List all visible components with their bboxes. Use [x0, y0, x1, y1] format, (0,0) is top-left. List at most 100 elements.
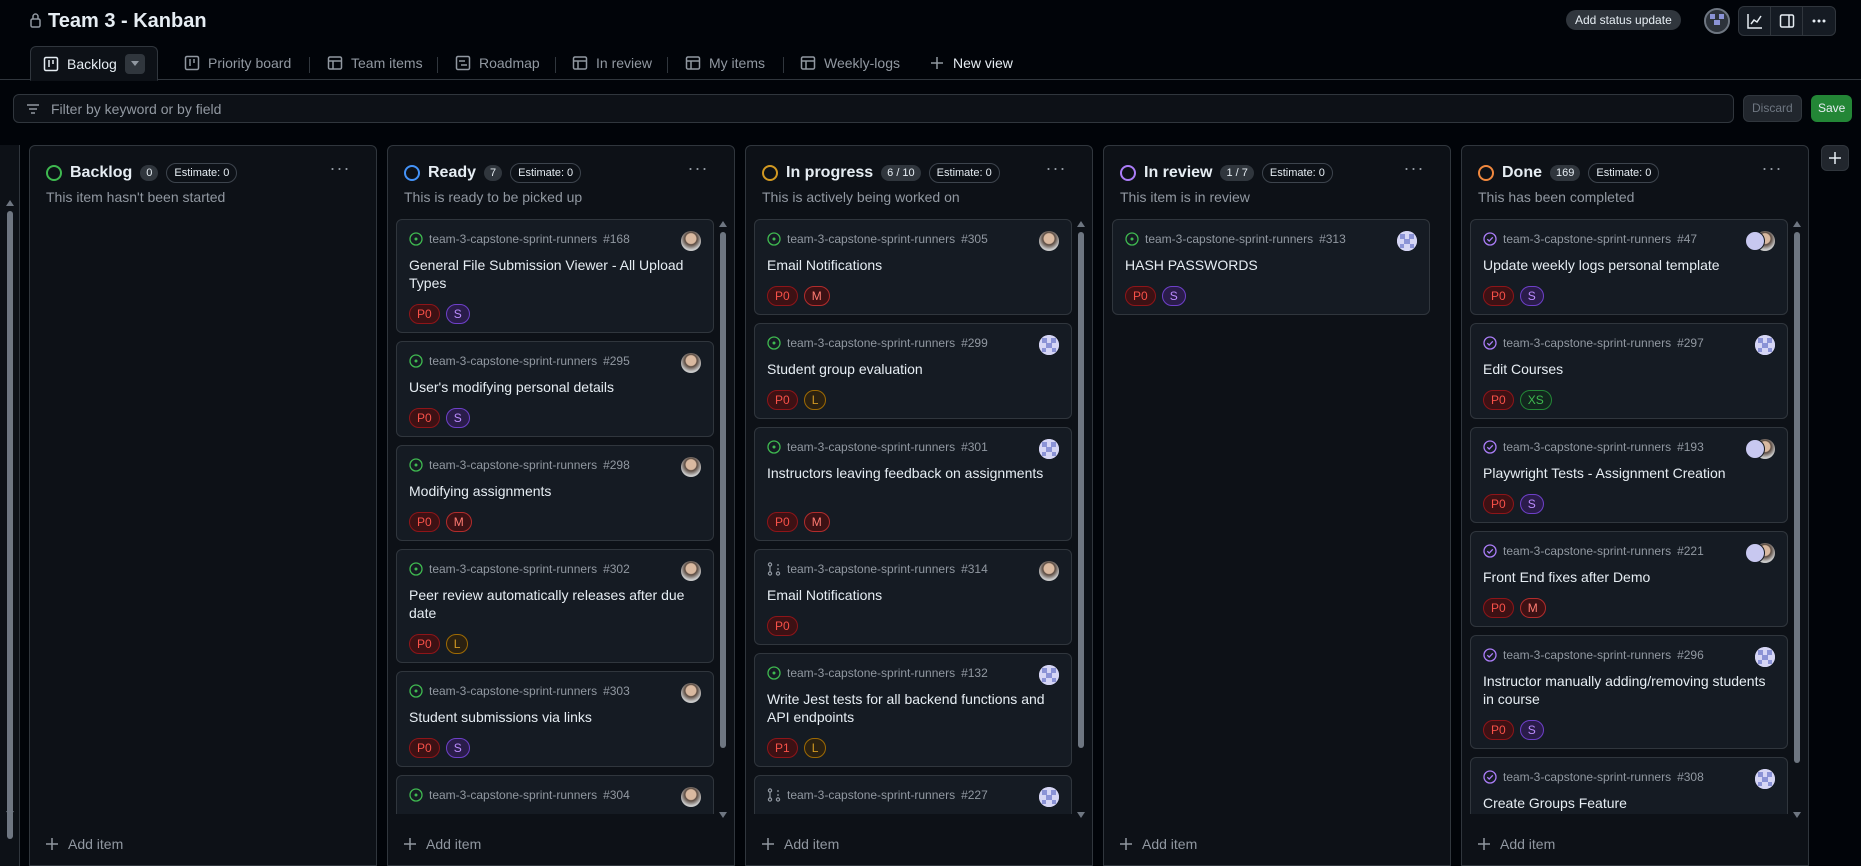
card-title[interactable]: Peer review automatically releases after…: [409, 586, 697, 622]
issue-number[interactable]: #314: [961, 562, 988, 576]
label-p0[interactable]: P0: [1483, 494, 1514, 514]
card-title[interactable]: HASH PASSWORDS: [1125, 256, 1413, 274]
label-l[interactable]: L: [445, 634, 469, 654]
avatar[interactable]: [681, 561, 701, 581]
tab-in-review[interactable]: In review: [560, 46, 664, 80]
add-item-button[interactable]: Add item: [404, 836, 481, 852]
avatar[interactable]: [1745, 543, 1765, 563]
repo-name[interactable]: team-3-capstone-sprint-runners: [429, 232, 597, 246]
issue-number[interactable]: #47: [1677, 232, 1697, 246]
card-title[interactable]: Edit Courses: [1483, 360, 1771, 378]
card-title[interactable]: Instructor manually adding/removing stud…: [1483, 672, 1771, 708]
label-p0[interactable]: P0: [409, 512, 440, 532]
issue-number[interactable]: #193: [1677, 440, 1704, 454]
repo-name[interactable]: team-3-capstone-sprint-runners: [787, 232, 955, 246]
label-p0[interactable]: P0: [767, 616, 798, 636]
repo-name[interactable]: team-3-capstone-sprint-runners: [1503, 440, 1671, 454]
card-title[interactable]: Email Notifications: [767, 256, 1055, 274]
avatar[interactable]: [1755, 647, 1775, 667]
label-m[interactable]: M: [1519, 598, 1546, 618]
item-card[interactable]: team-3-capstone-sprint-runners #47 Update …: [1470, 219, 1788, 315]
scrollbar[interactable]: [7, 211, 13, 839]
repo-name[interactable]: team-3-capstone-sprint-runners: [787, 440, 955, 454]
label-p0[interactable]: P0: [409, 408, 440, 428]
avatar[interactable]: [1039, 439, 1059, 459]
add-item-button[interactable]: Add item: [1120, 836, 1197, 852]
avatar[interactable]: [681, 353, 701, 373]
repo-name[interactable]: team-3-capstone-sprint-runners: [1503, 648, 1671, 662]
column-menu-button[interactable]: ···: [684, 159, 712, 182]
avatar[interactable]: [681, 457, 701, 477]
card-title[interactable]: Email Notifications: [767, 586, 1055, 604]
card-title[interactable]: Update weekly logs personal template: [1483, 256, 1771, 274]
issue-number[interactable]: #313: [1319, 232, 1346, 246]
item-card[interactable]: team-3-capstone-sprint-runners #132 Write …: [754, 653, 1072, 767]
item-card[interactable]: team-3-capstone-sprint-runners #302 Peer r…: [396, 549, 714, 663]
scroll-down-arrow[interactable]: [6, 811, 14, 817]
avatar[interactable]: [681, 787, 701, 807]
item-card[interactable]: team-3-capstone-sprint-runners #221 Front …: [1470, 531, 1788, 627]
discard-button[interactable]: Discard: [1743, 95, 1802, 122]
item-card[interactable]: team-3-capstone-sprint-runners #305 Email …: [754, 219, 1072, 315]
label-p0[interactable]: P0: [767, 390, 798, 410]
tab-backlog[interactable]: Backlog: [30, 46, 158, 81]
label-p0[interactable]: P0: [767, 512, 798, 532]
item-card[interactable]: team-3-capstone-sprint-runners #296 Instru…: [1470, 635, 1788, 749]
label-p0[interactable]: P0: [1483, 390, 1514, 410]
card-title[interactable]: Jest unit tests for all backend function…: [767, 812, 1055, 814]
item-card[interactable]: team-3-capstone-sprint-runners #295 User's…: [396, 341, 714, 437]
graph-icon[interactable]: [1739, 7, 1771, 35]
scrollbar[interactable]: [1794, 232, 1800, 763]
card-title[interactable]: Modifying assignments: [409, 482, 697, 500]
card-title[interactable]: Playwright Tests - Assignment Creation: [1483, 464, 1771, 482]
avatar[interactable]: [681, 231, 701, 251]
issue-number[interactable]: #302: [603, 562, 630, 576]
issue-number[interactable]: #303: [603, 684, 630, 698]
issue-number[interactable]: #132: [961, 666, 988, 680]
item-card[interactable]: team-3-capstone-sprint-runners #168 Genera…: [396, 219, 714, 333]
avatar[interactable]: [1755, 769, 1775, 789]
label-m[interactable]: M: [803, 286, 830, 306]
avatar[interactable]: [1039, 231, 1059, 251]
label-s[interactable]: S: [1161, 286, 1186, 306]
avatar[interactable]: [1745, 439, 1765, 459]
issue-number[interactable]: #295: [603, 354, 630, 368]
scroll-down-arrow[interactable]: [1077, 812, 1085, 818]
repo-name[interactable]: team-3-capstone-sprint-runners: [429, 788, 597, 802]
item-card[interactable]: team-3-capstone-sprint-runners #301 Instru…: [754, 427, 1072, 541]
repo-name[interactable]: team-3-capstone-sprint-runners: [787, 562, 955, 576]
repo-name[interactable]: team-3-capstone-sprint-runners: [429, 354, 597, 368]
card-title[interactable]: User's modifying personal details: [409, 378, 697, 396]
avatar[interactable]: [681, 683, 701, 703]
item-card[interactable]: team-3-capstone-sprint-runners #304 Instru…: [396, 775, 714, 814]
issue-number[interactable]: #305: [961, 232, 988, 246]
avatar[interactable]: [1755, 335, 1775, 355]
column-menu-button[interactable]: ···: [1758, 159, 1786, 182]
item-card[interactable]: team-3-capstone-sprint-runners #227 Jest u…: [754, 775, 1072, 814]
scroll-up-arrow[interactable]: [6, 200, 14, 206]
repo-name[interactable]: team-3-capstone-sprint-runners: [429, 684, 597, 698]
repo-name[interactable]: team-3-capstone-sprint-runners: [429, 562, 597, 576]
label-s[interactable]: S: [445, 408, 470, 428]
avatar[interactable]: [1039, 561, 1059, 581]
avatar[interactable]: [1039, 787, 1059, 807]
repo-name[interactable]: team-3-capstone-sprint-runners: [1503, 336, 1671, 350]
card-title[interactable]: Student submissions via links: [409, 708, 697, 726]
project-title[interactable]: Team 3 - Kanban: [48, 10, 207, 33]
issue-number[interactable]: #304: [603, 788, 630, 802]
repo-name[interactable]: team-3-capstone-sprint-runners: [429, 458, 597, 472]
label-s[interactable]: S: [1519, 494, 1544, 514]
avatar[interactable]: [1039, 665, 1059, 685]
card-title[interactable]: Write Jest tests for all backend functio…: [767, 690, 1055, 726]
label-p0[interactable]: P0: [1483, 598, 1514, 618]
item-card[interactable]: team-3-capstone-sprint-runners #314 Email …: [754, 549, 1072, 645]
filter-input[interactable]: [51, 100, 1701, 117]
label-m[interactable]: M: [445, 512, 472, 532]
label-s[interactable]: S: [1519, 720, 1544, 740]
label-p0[interactable]: P0: [1483, 286, 1514, 306]
tab-weekly-logs[interactable]: Weekly-logs: [788, 46, 912, 80]
avatar[interactable]: [1704, 8, 1730, 34]
label-p0[interactable]: P0: [767, 286, 798, 306]
repo-name[interactable]: team-3-capstone-sprint-runners: [1503, 232, 1671, 246]
card-title[interactable]: Instructors extending deadlines: [409, 812, 697, 814]
